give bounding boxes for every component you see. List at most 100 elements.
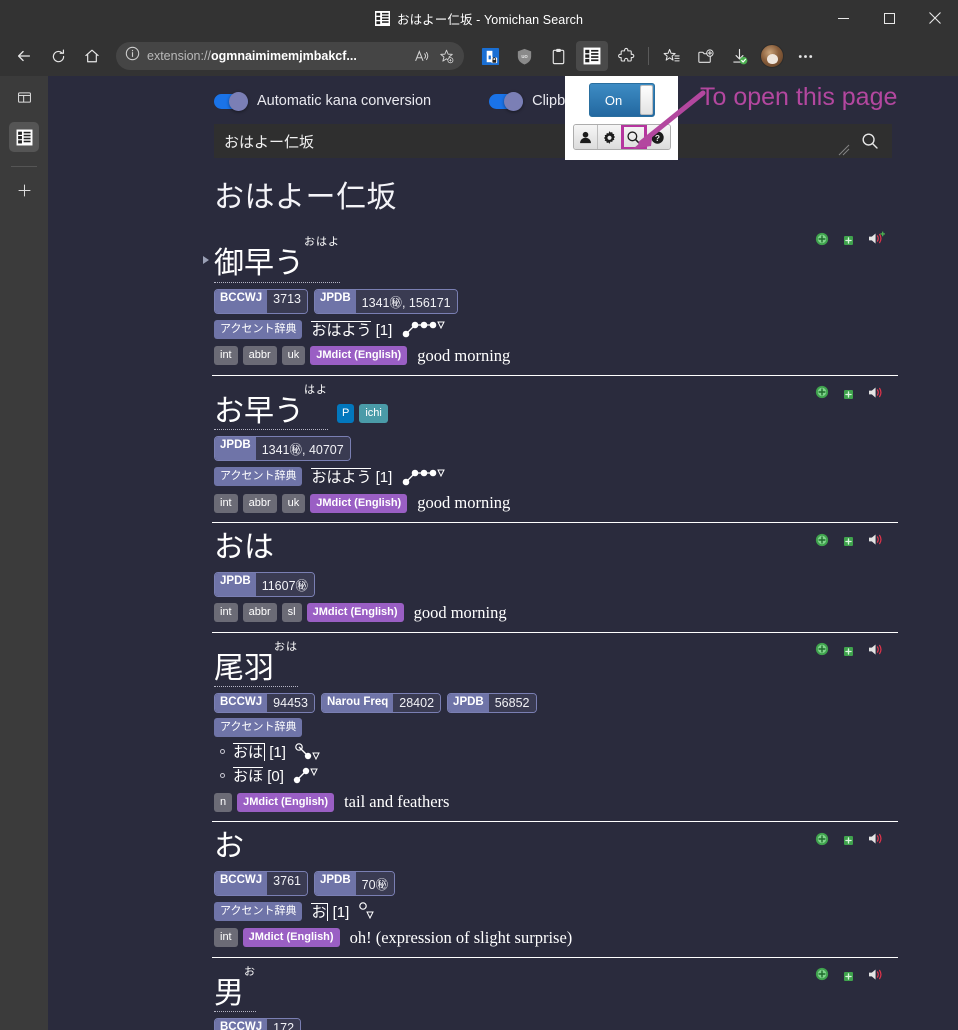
frequency-tag: JPDB 1341㊙, 156171 <box>314 289 458 314</box>
add-term-note-icon[interactable] <box>844 386 853 404</box>
gloss-dictionary-tag[interactable]: JMdict (English) <box>310 494 407 513</box>
frequency-value: 94453 <box>267 694 314 712</box>
gloss-tag[interactable]: int <box>214 494 238 513</box>
headword[interactable]: お早うはよ <box>214 384 328 431</box>
add-kanji-note-icon[interactable] <box>815 533 829 552</box>
headword[interactable]: 御早うおはよ <box>214 236 340 283</box>
pitch-accent-graph <box>401 319 447 339</box>
play-audio-icon[interactable] <box>868 231 885 251</box>
gloss-tag[interactable]: n <box>214 793 232 812</box>
dictionary-entry: お早うはよ P ichi JPDB 1341㊙, 40707 アクセント辞典 お… <box>212 376 898 524</box>
gloss-definition: tail and feathers <box>344 792 449 812</box>
dictionary-entry: 御早うおはよ BCCWJ 3713 JPDB 1341㊙, 156171 アクセ… <box>212 222 898 376</box>
headword-line: お早うはよ P ichi <box>212 384 898 431</box>
entry-expand-icon[interactable] <box>203 256 209 264</box>
gloss-dictionary-tag[interactable]: JMdict (English) <box>310 346 407 365</box>
pitch-dictionary-tag[interactable]: アクセント辞典 <box>214 718 302 737</box>
add-term-note-icon[interactable] <box>844 643 853 661</box>
gloss-tag[interactable]: int <box>214 928 238 947</box>
frequency-value: 3713 <box>267 290 307 313</box>
favorites-icon[interactable] <box>655 41 687 71</box>
ublock-origin-icon[interactable]: uo <box>508 41 540 71</box>
clipboard-monitor-toggle[interactable] <box>489 94 523 109</box>
close-button[interactable] <box>912 0 958 36</box>
headword[interactable]: 男お <box>214 966 256 1013</box>
add-favorite-icon[interactable] <box>434 44 458 68</box>
pitch-dictionary-tag[interactable]: アクセント辞典 <box>214 320 302 339</box>
play-audio-icon[interactable] <box>868 967 885 987</box>
back-icon[interactable] <box>8 41 40 71</box>
gloss-tag[interactable]: uk <box>282 494 306 513</box>
frequency-value: 56852 <box>489 694 536 712</box>
search-box[interactable] <box>214 124 892 158</box>
gloss-tag[interactable]: uk <box>282 346 306 365</box>
add-kanji-note-icon[interactable] <box>815 642 829 661</box>
gloss-tag[interactable]: int <box>214 346 238 365</box>
frequency-value: 172 <box>267 1019 300 1030</box>
window-titlebar: おはよー仁坂 - Yomichan Search <box>0 0 958 36</box>
pitch-reading: おはよう [1] <box>311 466 392 487</box>
popular-tag[interactable]: P <box>337 404 354 423</box>
home-icon[interactable] <box>76 41 108 71</box>
downloads-icon[interactable] <box>723 41 755 71</box>
frequency-dict: BCCWJ <box>215 872 267 895</box>
site-info-icon[interactable] <box>125 46 140 66</box>
refresh-icon[interactable] <box>42 41 74 71</box>
sidebar-item-tab-actions[interactable] <box>9 82 39 112</box>
play-audio-icon[interactable] <box>868 831 885 851</box>
add-kanji-note-icon[interactable] <box>815 232 829 251</box>
option-automatic-kana-conversion[interactable]: Automatic kana conversion <box>214 93 431 109</box>
pitch-dictionary-tag[interactable]: アクセント辞典 <box>214 902 302 921</box>
gloss-tag[interactable]: abbr <box>243 346 277 365</box>
maximize-button[interactable] <box>866 0 912 36</box>
gloss-dictionary-tag[interactable]: JMdict (English) <box>243 928 340 947</box>
play-audio-icon[interactable] <box>868 385 885 405</box>
add-term-note-icon[interactable] <box>844 533 853 551</box>
add-term-note-icon[interactable] <box>844 968 853 986</box>
sidebar-item-yomichan-tab[interactable] <box>9 122 39 152</box>
add-collection-icon[interactable] <box>689 41 721 71</box>
profile-icon[interactable] <box>574 125 598 149</box>
gloss-tag[interactable]: abbr <box>243 494 277 513</box>
automatic-kana-conversion-toggle[interactable] <box>214 94 248 109</box>
headword[interactable]: おは <box>214 531 274 566</box>
puzzle-extensions-icon[interactable] <box>610 41 642 71</box>
add-term-note-icon[interactable] <box>844 232 853 250</box>
dictionary-entry: おは JPDB 11607㊙ int abbr sl JMdict (Engli… <box>212 523 898 633</box>
window-controls <box>820 0 958 36</box>
add-term-note-icon[interactable] <box>844 832 853 850</box>
gloss-tag[interactable]: int <box>214 603 238 622</box>
add-kanji-note-icon[interactable] <box>815 385 829 404</box>
address-bar[interactable]: extension://ogmnaimimemjmbakcf... <box>116 42 464 70</box>
furigana: おはよ <box>304 236 340 248</box>
pitch-accent-graph <box>401 467 447 487</box>
pitch-dictionary-tag[interactable]: アクセント辞典 <box>214 467 302 486</box>
resize-handle-icon[interactable] <box>838 143 850 155</box>
annotation-text: To open this page <box>700 83 897 112</box>
clipboard-extension-icon[interactable] <box>542 41 574 71</box>
headword-line: 男お <box>212 966 898 1013</box>
read-aloud-icon[interactable] <box>410 44 434 68</box>
sidebar-item-new-tab[interactable] <box>9 175 39 205</box>
gloss-tag[interactable]: abbr <box>243 603 277 622</box>
profile-avatar[interactable] <box>760 44 784 68</box>
headword[interactable]: 尾羽おは <box>214 641 298 688</box>
gloss-tag[interactable]: sl <box>282 603 302 622</box>
play-audio-icon[interactable] <box>868 642 885 662</box>
minimize-button[interactable] <box>820 0 866 36</box>
headword[interactable]: お <box>214 830 244 865</box>
pitch-accent-graph <box>358 901 382 921</box>
search-input[interactable] <box>214 124 848 158</box>
gloss-dictionary-tag[interactable]: JMdict (English) <box>237 793 334 812</box>
add-kanji-note-icon[interactable] <box>815 967 829 986</box>
settings-more-icon[interactable] <box>789 41 821 71</box>
play-audio-icon[interactable] <box>868 532 885 552</box>
add-kanji-note-icon[interactable] <box>815 832 829 851</box>
sidebar-divider <box>11 166 37 167</box>
frequency-class-tag[interactable]: ichi <box>359 404 388 423</box>
frequency-row: JPDB 11607㊙ <box>214 572 898 597</box>
yomichan-extension-icon[interactable] <box>576 41 608 71</box>
kiwi-browser-extension-icon[interactable] <box>474 41 506 71</box>
search-submit-button[interactable] <box>848 124 892 158</box>
gloss-dictionary-tag[interactable]: JMdict (English) <box>307 603 404 622</box>
